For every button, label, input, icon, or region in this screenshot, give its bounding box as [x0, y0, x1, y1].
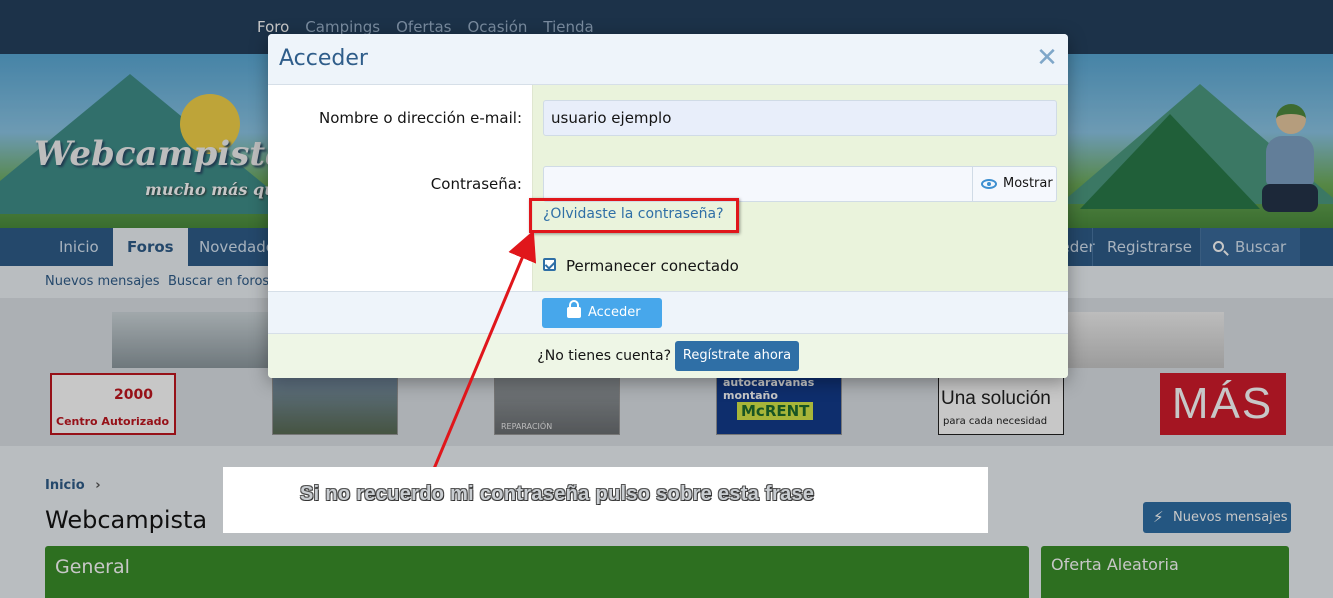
annotation-callout: Si no recuerdo mi contraseña pulso sobre…: [223, 467, 988, 533]
annotation-callout-text: Si no recuerdo mi contraseña pulso sobre…: [300, 483, 815, 505]
